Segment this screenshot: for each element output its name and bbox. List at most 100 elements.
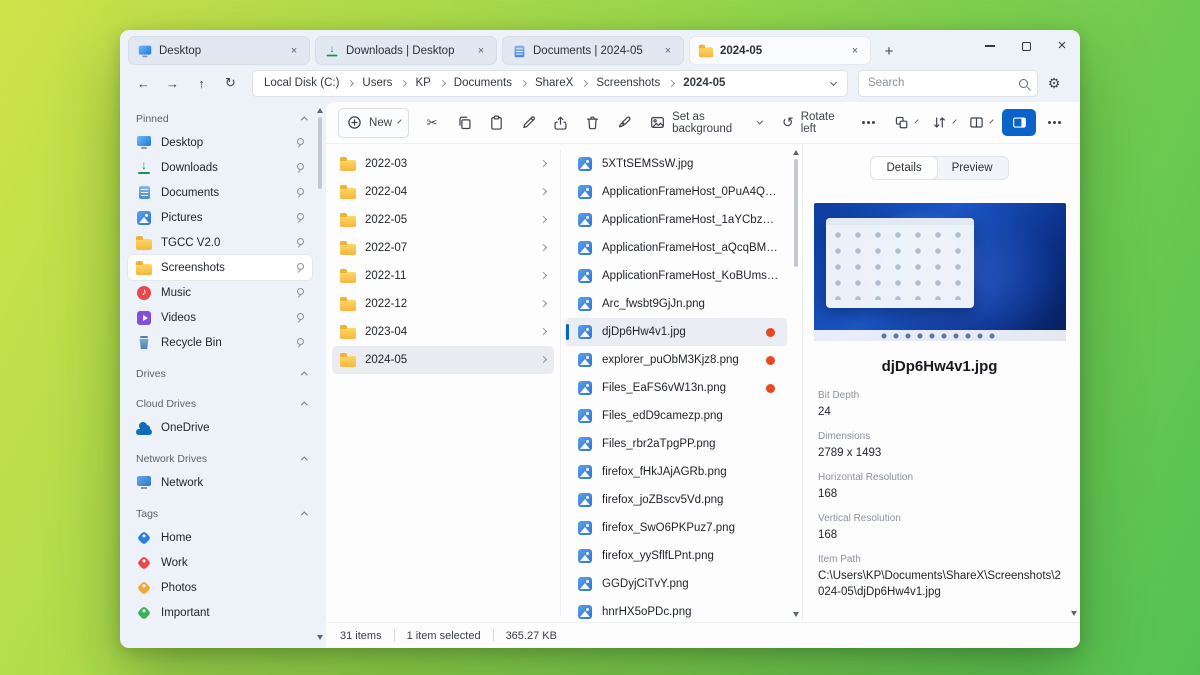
- folder-row[interactable]: 2022-03: [332, 150, 554, 178]
- tab-close-icon[interactable]: [847, 43, 863, 59]
- close-button[interactable]: [1044, 30, 1080, 62]
- sidebar-section-drives[interactable]: Drives: [126, 363, 314, 385]
- file-row[interactable]: Files_rbr2aTpgPP.png: [565, 430, 787, 458]
- sort-button[interactable]: [926, 108, 961, 138]
- file-row[interactable]: Arc_fwsbt9GjJn.png: [565, 290, 787, 318]
- pin-icon[interactable]: [295, 213, 304, 223]
- sidebar-item[interactable]: Network: [128, 470, 312, 495]
- group-button[interactable]: [963, 108, 998, 138]
- sidebar-item[interactable]: Videos: [128, 305, 312, 330]
- pin-icon[interactable]: [295, 288, 304, 298]
- pin-icon[interactable]: [295, 138, 304, 148]
- new-tab-button[interactable]: [876, 38, 902, 64]
- scroll-down-icon[interactable]: [1071, 611, 1077, 616]
- cut-button[interactable]: [417, 108, 447, 138]
- tab-preview[interactable]: Preview: [937, 157, 1008, 179]
- scrollbar-thumb[interactable]: [794, 159, 798, 267]
- pin-icon[interactable]: [295, 263, 304, 273]
- up-button[interactable]: [188, 70, 215, 96]
- more-options-button[interactable]: [1040, 108, 1070, 138]
- rename-button[interactable]: [513, 108, 543, 138]
- sidebar-item[interactable]: Important: [128, 600, 312, 625]
- sidebar-item[interactable]: Screenshots: [128, 255, 312, 280]
- tab[interactable]: 2024-05: [689, 36, 871, 65]
- file-row[interactable]: Files_EaFS6vW13n.png: [565, 374, 787, 402]
- tab-close-icon[interactable]: [286, 43, 302, 59]
- sidebar-item[interactable]: TGCC V2.0: [128, 230, 312, 255]
- copy-button[interactable]: [449, 108, 479, 138]
- file-row[interactable]: firefox_fHkJAjAGRb.png: [565, 458, 787, 486]
- folder-row[interactable]: 2022-04: [332, 178, 554, 206]
- sidebar-scrollbar[interactable]: [315, 108, 324, 640]
- pin-icon[interactable]: [295, 313, 304, 323]
- share-button[interactable]: [545, 108, 575, 138]
- file-list-scrollbar[interactable]: [789, 144, 802, 622]
- tab[interactable]: Downloads | Desktop: [315, 36, 497, 65]
- sidebar-section-cloud-drives[interactable]: Cloud Drives: [126, 393, 314, 415]
- file-row[interactable]: Files_edD9camezp.png: [565, 402, 787, 430]
- folder-row[interactable]: 2022-05: [332, 206, 554, 234]
- search-box[interactable]: [858, 70, 1038, 97]
- sidebar-section-network-drives[interactable]: Network Drives: [126, 448, 314, 470]
- file-row[interactable]: hnrHX5oPDc.png: [565, 598, 787, 626]
- file-row[interactable]: GGDyjCiTvY.png: [565, 570, 787, 598]
- breadcrumb[interactable]: Local Disk (C:)UsersKPDocumentsShareXScr…: [252, 70, 848, 97]
- rotate-left-button[interactable]: Rotate left: [773, 108, 852, 138]
- file-row[interactable]: djDp6Hw4v1.jpg: [565, 318, 787, 346]
- pin-icon[interactable]: [295, 338, 304, 348]
- breadcrumb-item[interactable]: Screenshots: [596, 77, 683, 89]
- delete-button[interactable]: [577, 108, 607, 138]
- sidebar-item[interactable]: Documents: [128, 180, 312, 205]
- scrollbar-thumb[interactable]: [318, 117, 322, 189]
- folder-row[interactable]: 2024-05: [332, 346, 554, 374]
- breadcrumb-item[interactable]: KP: [415, 77, 453, 89]
- file-row[interactable]: ApplicationFrameHost_KoBUmsv...: [565, 262, 787, 290]
- breadcrumb-item[interactable]: Documents: [454, 77, 535, 89]
- collapse-icon[interactable]: [301, 512, 307, 518]
- layout-button[interactable]: [888, 108, 923, 138]
- new-button[interactable]: New: [338, 108, 409, 138]
- scroll-down-icon[interactable]: [793, 612, 799, 617]
- file-row[interactable]: ApplicationFrameHost_1aYCbz1b...: [565, 206, 787, 234]
- details-pane-toggle[interactable]: [1002, 109, 1036, 136]
- pin-icon[interactable]: [295, 163, 304, 173]
- sidebar-item[interactable]: Music: [128, 280, 312, 305]
- collapse-icon[interactable]: [301, 402, 307, 408]
- details-scrollbar[interactable]: [1069, 190, 1078, 616]
- set-as-background-button[interactable]: Set as background: [641, 108, 771, 138]
- collapse-icon[interactable]: [301, 372, 307, 378]
- tab-close-icon[interactable]: [660, 43, 676, 59]
- refresh-button[interactable]: [217, 70, 244, 96]
- file-row[interactable]: ApplicationFrameHost_aQcqBMG...: [565, 234, 787, 262]
- sidebar-item[interactable]: Pictures: [128, 205, 312, 230]
- sidebar-item[interactable]: Work: [128, 550, 312, 575]
- breadcrumb-item[interactable]: Users: [362, 77, 415, 89]
- sidebar-item[interactable]: Home: [128, 525, 312, 550]
- collapse-icon[interactable]: [301, 457, 307, 463]
- breadcrumb-item[interactable]: ShareX: [535, 77, 596, 89]
- sidebar-item[interactable]: OneDrive: [128, 415, 312, 440]
- file-row[interactable]: firefox_joZBscv5Vd.png: [565, 486, 787, 514]
- maximize-button[interactable]: [1008, 30, 1044, 62]
- scroll-up-icon[interactable]: [793, 150, 799, 155]
- back-button[interactable]: [130, 70, 157, 96]
- folder-row[interactable]: 2022-11: [332, 262, 554, 290]
- breadcrumb-item[interactable]: 2024-05: [683, 77, 725, 89]
- file-row[interactable]: firefox_SwO6PKPuz7.png: [565, 514, 787, 542]
- folder-row[interactable]: 2023-04: [332, 318, 554, 346]
- sidebar-item[interactable]: Recycle Bin: [128, 330, 312, 355]
- paste-button[interactable]: [481, 108, 511, 138]
- file-row[interactable]: explorer_puObM3Kjz8.png: [565, 346, 787, 374]
- tab[interactable]: Desktop: [128, 36, 310, 65]
- breadcrumb-item[interactable]: Local Disk (C:): [264, 77, 362, 89]
- sidebar-item[interactable]: Photos: [128, 575, 312, 600]
- scroll-up-icon[interactable]: [317, 108, 323, 113]
- pin-icon[interactable]: [295, 188, 304, 198]
- address-dropdown-icon[interactable]: [830, 78, 837, 85]
- forward-button[interactable]: [159, 70, 186, 96]
- file-row[interactable]: firefox_yySflfLPnt.png: [565, 542, 787, 570]
- tab[interactable]: Documents | 2024-05: [502, 36, 684, 65]
- sidebar-item[interactable]: Desktop: [128, 130, 312, 155]
- file-row[interactable]: ApplicationFrameHost_0PuA4QQ...: [565, 178, 787, 206]
- tab-details[interactable]: Details: [871, 157, 936, 179]
